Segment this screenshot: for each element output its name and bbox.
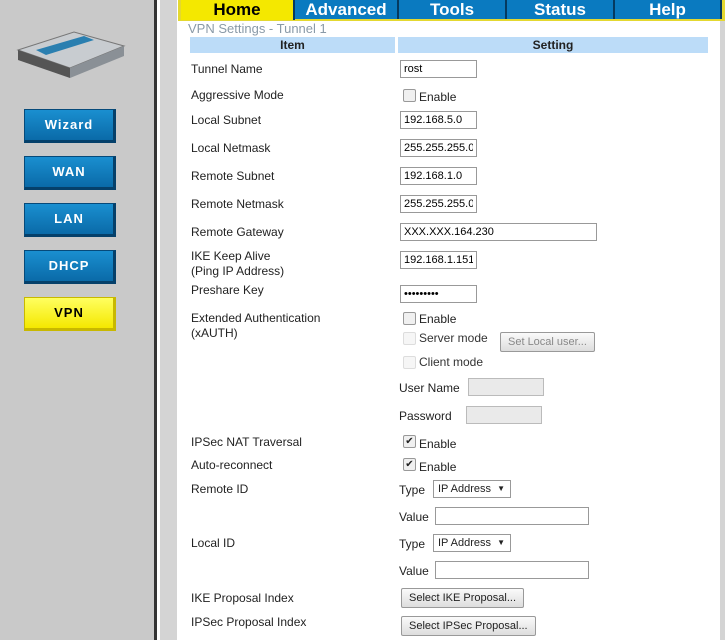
- local-subnet-input[interactable]: [400, 111, 477, 129]
- tunnel-name-input[interactable]: [400, 60, 477, 78]
- select-ipsec-proposal-button[interactable]: Select IPSec Proposal...: [401, 616, 536, 636]
- label-remote-netmask: Remote Netmask: [191, 197, 284, 211]
- tab-advanced[interactable]: Advanced: [295, 0, 399, 19]
- column-header-setting: Setting: [398, 37, 708, 53]
- column-header-item: Item: [190, 37, 395, 53]
- remote-gateway-input[interactable]: [400, 223, 597, 241]
- label-remote-subnet: Remote Subnet: [191, 169, 275, 183]
- nav-wan[interactable]: WAN: [24, 156, 116, 190]
- page-title: VPN Settings - Tunnel 1: [188, 21, 327, 36]
- remote-netmask-input[interactable]: [400, 195, 477, 213]
- tab-status[interactable]: Status: [507, 0, 615, 19]
- divider: [154, 0, 157, 640]
- xauth-enable-label: Enable: [419, 312, 457, 326]
- nav-wizard[interactable]: Wizard: [24, 109, 116, 143]
- remote-id-type-select[interactable]: IP Address ▼: [433, 480, 511, 498]
- aggressive-enable-label: Enable: [419, 90, 457, 104]
- remote-id-value-label: Value: [399, 510, 429, 524]
- preshare-key-input[interactable]: [400, 285, 477, 303]
- remote-id-type-label: Type: [399, 483, 426, 497]
- client-mode-checkbox[interactable]: [403, 356, 416, 369]
- server-mode-label: Server mode: [419, 331, 488, 345]
- label-nat-traversal: IPSec NAT Traversal: [191, 435, 302, 449]
- label-local-netmask: Local Netmask: [191, 141, 271, 155]
- xauth-enable-checkbox[interactable]: [403, 312, 416, 325]
- label-remote-gateway: Remote Gateway: [191, 225, 284, 239]
- router-image: [16, 31, 126, 78]
- local-id-value-label: Value: [399, 564, 429, 578]
- set-local-user-button[interactable]: Set Local user...: [500, 332, 595, 352]
- label-aggressive-mode: Aggressive Mode: [191, 88, 284, 102]
- label-local-id: Local ID: [191, 536, 236, 550]
- password-label: Password: [399, 409, 452, 423]
- label-ipsec-proposal: IPSec Proposal Index: [191, 615, 307, 629]
- nat-traversal-checkbox[interactable]: ✔: [403, 435, 416, 448]
- nav-vpn[interactable]: VPN: [24, 297, 116, 331]
- password-input[interactable]: [466, 406, 542, 424]
- server-mode-checkbox[interactable]: [403, 332, 416, 345]
- local-id-value-input[interactable]: [435, 561, 589, 579]
- local-id-type-label: Type: [399, 537, 426, 551]
- aggressive-mode-checkbox[interactable]: [403, 89, 416, 102]
- tab-tools[interactable]: Tools: [399, 0, 507, 19]
- local-netmask-input[interactable]: [400, 139, 477, 157]
- user-name-input[interactable]: [468, 378, 544, 396]
- gutter: [160, 0, 177, 640]
- remote-id-type-value: IP Address: [438, 483, 491, 495]
- remote-id-value-input[interactable]: [435, 507, 589, 525]
- nav-lan[interactable]: LAN: [24, 203, 116, 237]
- tab-help[interactable]: Help: [615, 0, 722, 19]
- label-local-subnet: Local Subnet: [191, 113, 262, 127]
- client-mode-label: Client mode: [419, 355, 484, 369]
- right-gutter: [720, 0, 725, 640]
- dropdown-arrow-icon: ▼: [497, 538, 505, 547]
- label-xauth: (xAUTH): [191, 326, 238, 340]
- auto-enable-label: Enable: [419, 460, 457, 474]
- remote-subnet-input[interactable]: [400, 167, 477, 185]
- label-tunnel-name: Tunnel Name: [191, 62, 263, 76]
- select-ike-proposal-button[interactable]: Select IKE Proposal...: [401, 588, 524, 608]
- local-id-type-select[interactable]: IP Address ▼: [433, 534, 511, 552]
- label-remote-id: Remote ID: [191, 482, 249, 496]
- user-name-label: User Name: [399, 381, 460, 395]
- label-ping-ip: (Ping IP Address): [191, 264, 285, 278]
- label-preshare-key: Preshare Key: [191, 283, 264, 297]
- nav-dhcp[interactable]: DHCP: [24, 250, 116, 284]
- label-ike-proposal: IKE Proposal Index: [191, 591, 294, 605]
- nat-enable-label: Enable: [419, 437, 457, 451]
- auto-reconnect-checkbox[interactable]: ✔: [403, 458, 416, 471]
- dropdown-arrow-icon: ▼: [497, 484, 505, 493]
- tab-home[interactable]: Home: [181, 0, 295, 20]
- label-extended-auth: Extended Authentication: [191, 311, 321, 325]
- label-auto-reconnect: Auto-reconnect: [191, 458, 273, 472]
- ike-keep-alive-input[interactable]: [400, 251, 477, 269]
- local-id-type-value: IP Address: [438, 537, 491, 549]
- label-ike-keep-alive: IKE Keep Alive: [191, 249, 271, 263]
